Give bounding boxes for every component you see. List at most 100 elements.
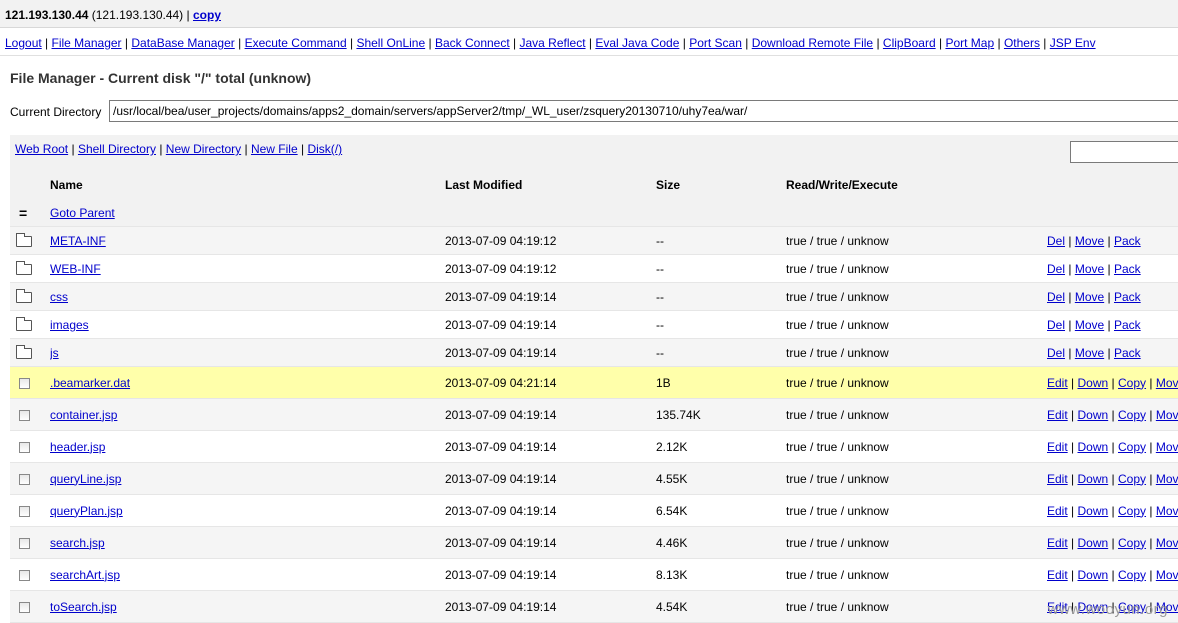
pack-action-link[interactable]: Pack: [1114, 346, 1141, 360]
nav-shell-online[interactable]: Shell OnLine: [356, 36, 425, 50]
pack-action-link[interactable]: Pack: [1114, 234, 1141, 248]
nav-jsp-env[interactable]: JSP Env: [1050, 36, 1096, 50]
directory-row[interactable]: WEB-INF 2013-07-09 04:19:12 -- true / true …: [10, 254, 1178, 283]
nav-port-map[interactable]: Port Map: [945, 36, 994, 50]
down-action-link[interactable]: Down: [1078, 568, 1109, 582]
copy-action-link[interactable]: Copy: [1118, 440, 1146, 454]
move-action-link[interactable]: Move: [1156, 568, 1178, 582]
copy-link[interactable]: copy: [193, 8, 221, 22]
file-name-link[interactable]: searchArt.jsp: [50, 568, 120, 582]
move-action-link[interactable]: Move: [1075, 290, 1104, 304]
file-row[interactable]: toSearch.jsp 2013-07-09 04:19:14 4.54K true…: [10, 590, 1178, 623]
shortcut-disk[interactable]: Disk(/): [307, 142, 342, 156]
directory-row[interactable]: images 2013-07-09 04:19:14 -- true / true /…: [10, 310, 1178, 339]
edit-action-link[interactable]: Edit: [1047, 472, 1068, 486]
nav-database-manager[interactable]: DataBase Manager: [131, 36, 234, 50]
del-action-link[interactable]: Del: [1047, 262, 1065, 276]
move-action-link[interactable]: Move: [1075, 262, 1104, 276]
down-action-link[interactable]: Down: [1078, 536, 1109, 550]
down-action-link[interactable]: Down: [1078, 472, 1109, 486]
goto-parent-link[interactable]: Goto Parent: [50, 206, 115, 220]
down-action-link[interactable]: Down: [1078, 376, 1109, 390]
edit-action-link[interactable]: Edit: [1047, 408, 1068, 422]
down-action-link[interactable]: Down: [1078, 408, 1109, 422]
directory-name-link[interactable]: js: [50, 346, 59, 360]
file-checkbox[interactable]: [19, 473, 30, 485]
directory-name-link[interactable]: css: [50, 290, 68, 304]
edit-action-link[interactable]: Edit: [1047, 376, 1068, 390]
shortcut-web-root[interactable]: Web Root: [15, 142, 68, 156]
file-name-link[interactable]: toSearch.jsp: [50, 600, 117, 614]
file-checkbox[interactable]: [19, 569, 30, 581]
directory-row[interactable]: js 2013-07-09 04:19:14 -- true / true / unk…: [10, 338, 1178, 367]
file-row[interactable]: .beamarker.dat 2013-07-09 04:21:14 1B true …: [10, 366, 1178, 399]
file-checkbox[interactable]: [19, 409, 30, 421]
edit-action-link[interactable]: Edit: [1047, 568, 1068, 582]
file-checkbox[interactable]: [19, 377, 30, 389]
edit-action-link[interactable]: Edit: [1047, 536, 1068, 550]
nav-logout[interactable]: Logout: [5, 36, 42, 50]
file-row[interactable]: search.jsp 2013-07-09 04:19:14 4.46K true /…: [10, 526, 1178, 559]
pack-action-link[interactable]: Pack: [1114, 262, 1141, 276]
file-row[interactable]: queryPlan.jsp 2013-07-09 04:19:14 6.54K tru…: [10, 494, 1178, 527]
current-directory-input[interactable]: [109, 100, 1178, 122]
nav-clipboard[interactable]: ClipBoard: [883, 36, 936, 50]
del-action-link[interactable]: Del: [1047, 318, 1065, 332]
directory-name-link[interactable]: META-INF: [50, 234, 106, 248]
move-action-link[interactable]: Move: [1156, 504, 1178, 518]
directory-name-link[interactable]: images: [50, 318, 89, 332]
file-name-link[interactable]: queryLine.jsp: [50, 472, 121, 486]
pack-action-link[interactable]: Pack: [1114, 290, 1141, 304]
file-checkbox[interactable]: [19, 537, 30, 549]
del-action-link[interactable]: Del: [1047, 234, 1065, 248]
move-action-link[interactable]: Move: [1156, 376, 1178, 390]
nav-file-manager[interactable]: File Manager: [52, 36, 122, 50]
file-name-link[interactable]: .beamarker.dat: [50, 376, 130, 390]
move-action-link[interactable]: Move: [1075, 234, 1104, 248]
copy-action-link[interactable]: Copy: [1118, 568, 1146, 582]
del-action-link[interactable]: Del: [1047, 346, 1065, 360]
pack-action-link[interactable]: Pack: [1114, 318, 1141, 332]
nav-eval-java-code[interactable]: Eval Java Code: [595, 36, 679, 50]
goto-parent-row[interactable]: = Goto Parent: [10, 199, 1178, 227]
edit-action-link[interactable]: Edit: [1047, 440, 1068, 454]
down-action-link[interactable]: Down: [1078, 504, 1109, 518]
directory-row[interactable]: META-INF 2013-07-09 04:19:12 -- true / true…: [10, 226, 1178, 255]
copy-action-link[interactable]: Copy: [1118, 536, 1146, 550]
nav-download-remote-file[interactable]: Download Remote File: [752, 36, 873, 50]
nav-back-connect[interactable]: Back Connect: [435, 36, 510, 50]
del-action-link[interactable]: Del: [1047, 290, 1065, 304]
file-row[interactable]: container.jsp 2013-07-09 04:19:14 135.74K t…: [10, 398, 1178, 431]
copy-action-link[interactable]: Copy: [1118, 408, 1146, 422]
file-name-link[interactable]: queryPlan.jsp: [50, 504, 123, 518]
shortcut-new-file[interactable]: New File: [251, 142, 298, 156]
directory-name-link[interactable]: WEB-INF: [50, 262, 101, 276]
directory-row[interactable]: css 2013-07-09 04:19:14 -- true / true / un…: [10, 282, 1178, 311]
move-action-link[interactable]: Move: [1156, 408, 1178, 422]
move-action-link[interactable]: Move: [1156, 472, 1178, 486]
nav-execute-command[interactable]: Execute Command: [245, 36, 347, 50]
copy-action-link[interactable]: Copy: [1118, 472, 1146, 486]
file-name-link[interactable]: search.jsp: [50, 536, 105, 550]
file-row[interactable]: searchArt.jsp 2013-07-09 04:19:14 8.13K tru…: [10, 558, 1178, 591]
copy-action-link[interactable]: Copy: [1118, 504, 1146, 518]
move-action-link[interactable]: Move: [1156, 440, 1178, 454]
file-checkbox[interactable]: [19, 601, 30, 613]
file-checkbox[interactable]: [19, 505, 30, 517]
move-action-link[interactable]: Move: [1075, 346, 1104, 360]
down-action-link[interactable]: Down: [1078, 440, 1109, 454]
shortcut-shell-directory[interactable]: Shell Directory: [78, 142, 156, 156]
nav-port-scan[interactable]: Port Scan: [689, 36, 742, 50]
file-name-link[interactable]: header.jsp: [50, 440, 105, 454]
shortcut-new-directory[interactable]: New Directory: [166, 142, 241, 156]
edit-action-link[interactable]: Edit: [1047, 504, 1068, 518]
filter-input[interactable]: [1070, 141, 1178, 163]
file-name-link[interactable]: container.jsp: [50, 408, 117, 422]
copy-action-link[interactable]: Copy: [1118, 376, 1146, 390]
nav-others[interactable]: Others: [1004, 36, 1040, 50]
file-checkbox[interactable]: [19, 441, 30, 453]
move-action-link[interactable]: Move: [1156, 536, 1178, 550]
file-row[interactable]: header.jsp 2013-07-09 04:19:14 2.12K true /…: [10, 430, 1178, 463]
file-row[interactable]: queryLine.jsp 2013-07-09 04:19:14 4.55K tru…: [10, 462, 1178, 495]
nav-java-reflect[interactable]: Java Reflect: [520, 36, 586, 50]
